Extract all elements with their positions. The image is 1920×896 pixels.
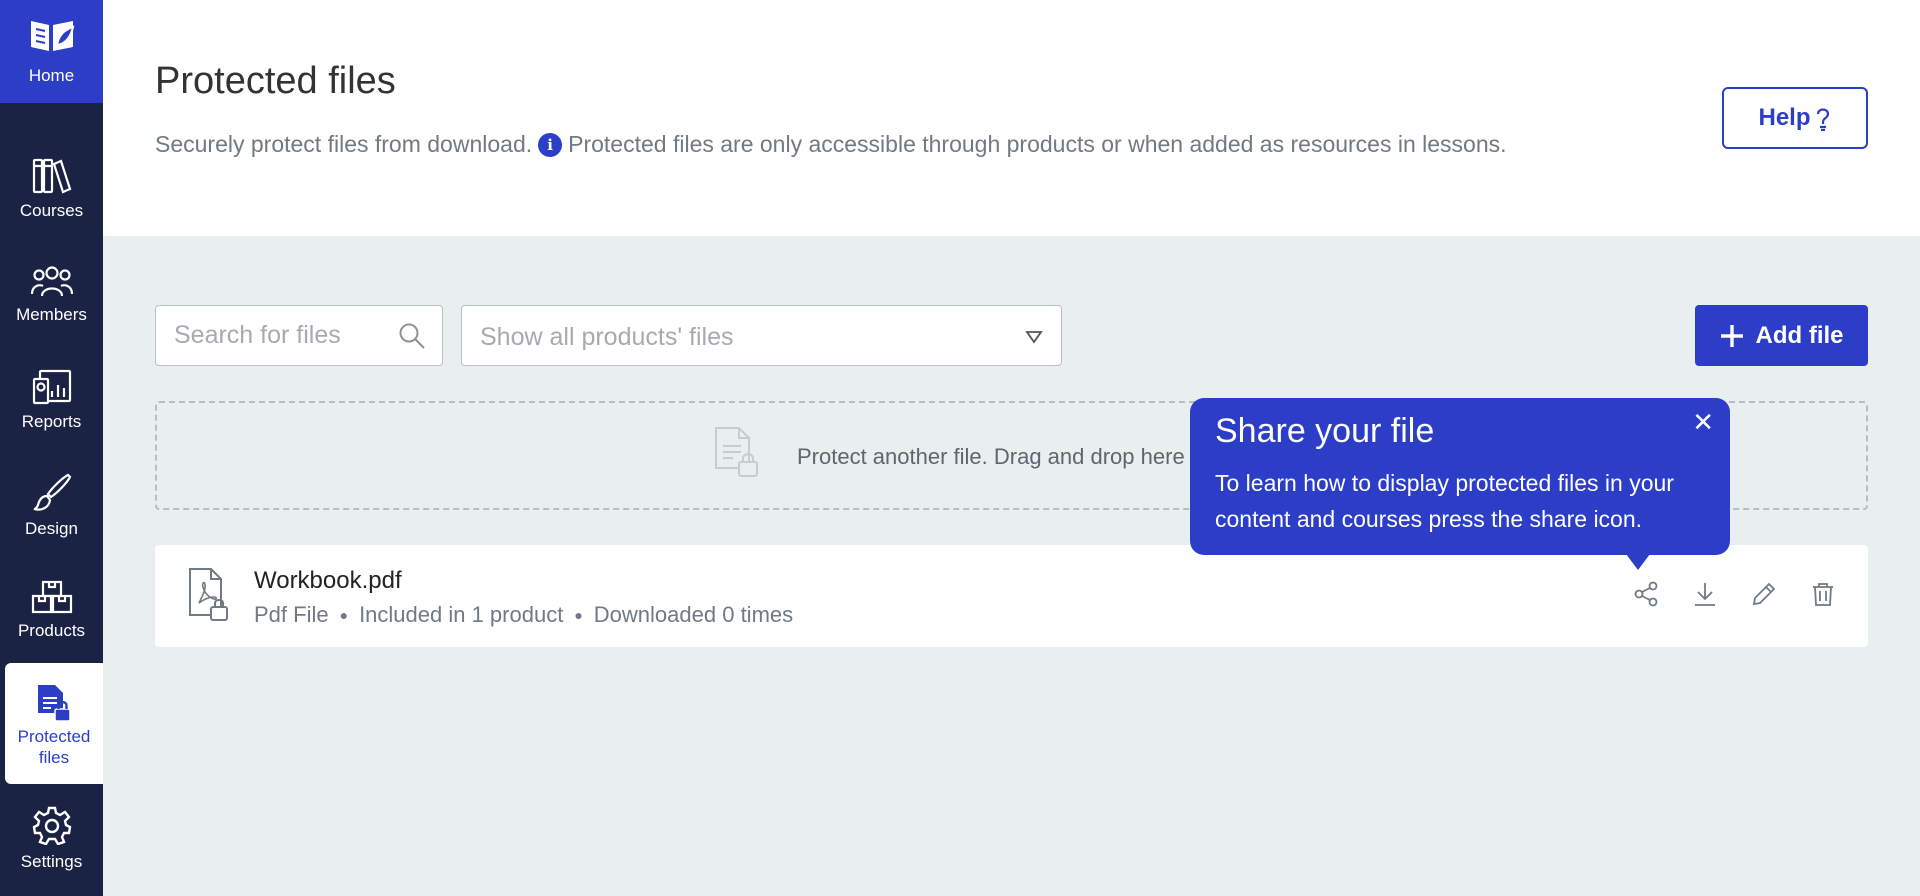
help-button[interactable]: Help: [1722, 87, 1868, 149]
add-file-button[interactable]: Add file: [1695, 305, 1868, 366]
sidebar-item-label: Protected files: [17, 727, 91, 767]
page-subtitle: Securely protect files from download. i …: [155, 131, 1507, 158]
boxes-icon: [31, 580, 72, 614]
subtitle-text: Securely protect files from download.: [155, 131, 533, 157]
file-downloads: Downloaded 0 times: [593, 602, 794, 627]
sidebar-item-design[interactable]: Design: [0, 472, 103, 539]
add-file-label: Add file: [1755, 321, 1844, 349]
help-label: Help: [1758, 104, 1811, 131]
sidebar-item-label: Courses: [19, 201, 84, 220]
file-meta: Pdf File ● Included in 1 product ● Downl…: [254, 602, 793, 628]
pdf-file-icon: [189, 568, 228, 621]
page-title: Protected files: [155, 60, 396, 102]
library-icon: [32, 158, 71, 194]
info-icon[interactable]: i: [538, 132, 563, 157]
trash-icon[interactable]: [1810, 581, 1836, 607]
meta-separator: ●: [574, 607, 583, 623]
close-icon[interactable]: ✕: [1692, 409, 1714, 435]
product-filter-value: Show all products' files: [480, 323, 734, 351]
gear-icon: [32, 806, 71, 845]
search-icon[interactable]: [398, 322, 426, 350]
chevron-down-icon: [1025, 331, 1043, 344]
share-tooltip: Share your file To learn how to display …: [1190, 398, 1730, 570]
meta-separator: ●: [339, 607, 349, 623]
sidebar-item-label: Settings: [20, 852, 83, 871]
file-actions: [1633, 581, 1836, 607]
file-row[interactable]: Workbook.pdf Pdf File ● Included in 1 pr…: [155, 545, 1868, 647]
locked-file-icon: [715, 427, 758, 477]
sidebar-item-label: Design: [25, 519, 78, 538]
sidebar-item-settings[interactable]: Settings: [0, 805, 103, 872]
sidebar-item-reports[interactable]: Reports: [0, 369, 103, 432]
sidebar-item-label: Home: [28, 66, 75, 85]
book-leaf-icon: [30, 21, 74, 51]
plus-icon: [1720, 324, 1743, 347]
dropzone-text: Protect another file. Drag and drop here: [797, 444, 1185, 469]
download-icon[interactable]: [1692, 581, 1718, 607]
edit-pencil-icon[interactable]: [1751, 581, 1777, 607]
sidebar-item-courses[interactable]: Courses: [0, 158, 103, 221]
page-header: Protected files Securely protect files f…: [103, 0, 1920, 236]
sidebar-item-home[interactable]: Home: [0, 0, 103, 103]
product-filter-select[interactable]: Show all products' files: [461, 305, 1062, 366]
help-bulb-icon: [1816, 108, 1829, 131]
subtitle-info-text: Protected files are only accessible thro…: [568, 131, 1507, 157]
sidebar-item-members[interactable]: Members: [0, 264, 103, 325]
sidebar: Home Courses Members Reports Design Prod…: [0, 0, 103, 896]
tooltip-title: Share your file: [1215, 412, 1435, 450]
sidebar-item-label: Reports: [21, 412, 82, 431]
file-type: Pdf File: [254, 602, 329, 627]
people-icon: [30, 266, 73, 297]
brush-icon: [33, 473, 71, 511]
share-icon[interactable]: [1633, 581, 1659, 607]
sidebar-item-products[interactable]: Products: [0, 580, 103, 641]
report-chart-icon: [32, 369, 71, 405]
sidebar-item-protected-files[interactable]: Protected files: [5, 663, 103, 784]
file-name[interactable]: Workbook.pdf: [254, 567, 402, 595]
sidebar-item-label: Products: [17, 621, 86, 640]
sidebar-item-label: Members: [16, 305, 87, 324]
file-products: Included in 1 product: [359, 602, 564, 627]
locked-file-icon: [38, 685, 71, 722]
search-input[interactable]: [156, 306, 396, 365]
tooltip-body: To learn how to display protected files …: [1215, 470, 1674, 532]
search-field[interactable]: [155, 305, 443, 366]
